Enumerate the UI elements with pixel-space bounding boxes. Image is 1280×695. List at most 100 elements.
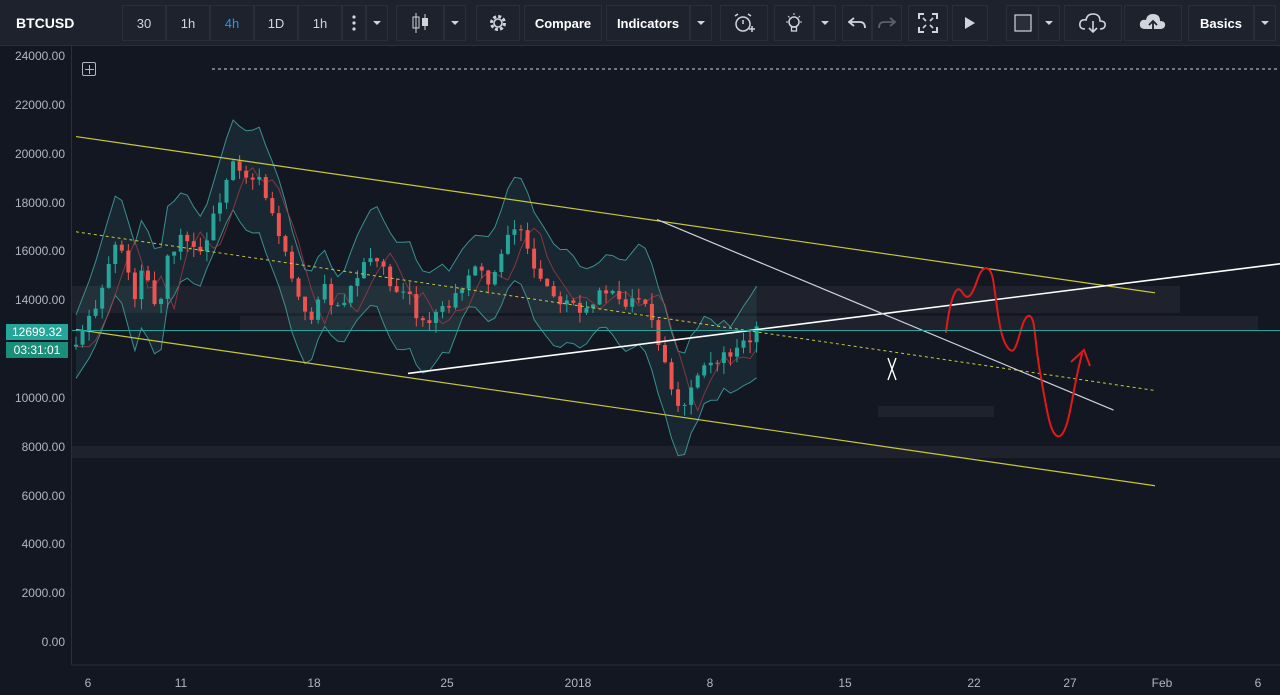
candle-body (119, 244, 124, 251)
candle-body (427, 320, 432, 324)
candle-body (355, 278, 360, 286)
square-icon[interactable] (1006, 5, 1040, 41)
candle-body (597, 290, 602, 305)
candle-body (649, 303, 654, 321)
current-price-badge: 12699.32 (6, 323, 68, 340)
candle-body (414, 293, 419, 319)
interval-1h-alt[interactable]: 1h (298, 5, 342, 41)
candle (263, 174, 268, 201)
candle-body (270, 198, 275, 214)
candle-body (695, 375, 700, 388)
candle-body (159, 298, 164, 305)
price-tick: 4000.00 (21, 537, 65, 552)
candle-body (217, 202, 222, 214)
candle-body (479, 266, 484, 271)
candle-body (519, 229, 524, 231)
compare-button[interactable]: Compare (524, 5, 602, 41)
time-tick: 15 (838, 676, 852, 690)
candle-body (525, 230, 530, 249)
interval-1h[interactable]: 1h (166, 5, 210, 41)
redo-icon[interactable] (872, 5, 902, 41)
candle-body (492, 272, 497, 285)
drawing-dropdown[interactable] (814, 5, 836, 41)
candle-body (532, 248, 537, 269)
candle-body (682, 404, 687, 406)
candle-body (623, 299, 628, 307)
chart-type-dropdown[interactable] (444, 5, 466, 41)
candle-body (139, 270, 144, 300)
candle-body (152, 280, 157, 305)
candle-body (604, 290, 609, 294)
price-tick: 2000.00 (21, 586, 65, 601)
price-axis[interactable]: 24000.00 22000.00 20000.00 18000.00 16000.00… (0, 46, 72, 665)
candle-body (342, 302, 347, 306)
time-tick: 25 (440, 676, 454, 690)
candle (473, 265, 478, 276)
candle-body (748, 340, 753, 343)
gear-icon[interactable] (476, 5, 520, 41)
candle-body (545, 278, 550, 287)
time-tick: 27 (1063, 676, 1077, 690)
candle-body (348, 285, 353, 303)
candle-body (80, 331, 85, 345)
interval-1d[interactable]: 1D (254, 5, 298, 41)
candle-body (211, 213, 216, 241)
alarm-clock-icon[interactable] (720, 5, 768, 41)
candle-body (486, 270, 491, 285)
candle-body (231, 161, 236, 180)
lightbulb-icon[interactable] (774, 5, 814, 41)
cloud-upload-icon[interactable] (1124, 5, 1182, 41)
more-vertical-icon[interactable] (342, 5, 366, 41)
fullscreen-icon[interactable] (908, 5, 948, 41)
candle-body (440, 306, 445, 312)
candle-body (329, 284, 334, 306)
candle-body (401, 291, 406, 293)
cloud-download-icon[interactable] (1064, 5, 1122, 41)
candle-body (689, 387, 694, 405)
candle-body (87, 315, 92, 332)
play-icon[interactable] (952, 5, 988, 41)
candle-body (453, 293, 458, 308)
time-tick: 11 (174, 676, 188, 690)
chart-toolbar: BTCUSD 30 1h 4h 1D 1h Compare Indicators (0, 0, 1280, 46)
price-chart[interactable] (0, 46, 1280, 695)
candle-body (244, 170, 249, 178)
undo-icon[interactable] (842, 5, 872, 41)
candle (296, 276, 301, 301)
interval-dropdown[interactable] (366, 5, 388, 41)
candle-body (577, 302, 582, 313)
indicators-dropdown[interactable] (690, 5, 712, 41)
plus-icon[interactable] (82, 62, 96, 76)
candle-body (643, 299, 648, 304)
candle-body (257, 177, 262, 180)
color-dropdown[interactable] (1038, 5, 1060, 41)
interval-4h[interactable]: 4h (210, 5, 254, 41)
indicators-button[interactable]: Indicators (606, 5, 690, 41)
price-tick: 20000.00 (14, 146, 65, 161)
candle-body (676, 389, 681, 406)
candle-body (433, 311, 438, 324)
price-tick: 10000.00 (14, 390, 65, 405)
candle-body (172, 251, 177, 256)
candle-body (466, 275, 471, 289)
candle-body (460, 288, 465, 294)
candle-body (538, 268, 543, 279)
layout-dropdown[interactable] (1254, 5, 1276, 41)
candle-body (381, 261, 386, 267)
layout-button[interactable]: Basics (1188, 5, 1254, 41)
candlestick-icon[interactable] (396, 5, 444, 41)
candle-body (499, 253, 504, 273)
time-tick: 6 (1254, 676, 1262, 690)
price-tick: 6000.00 (21, 488, 65, 503)
candle-body (721, 352, 726, 364)
candle-body (368, 258, 373, 263)
zone-3 (878, 406, 994, 417)
candle-body (113, 244, 118, 264)
bar-countdown-badge: 03:31:01 (6, 341, 68, 358)
candle-body (106, 263, 111, 288)
interval-30[interactable]: 30 (122, 5, 166, 41)
candle-body (93, 308, 98, 316)
candle-body (741, 340, 746, 348)
symbol-search[interactable]: BTCUSD (0, 5, 120, 41)
candle-body (309, 311, 314, 320)
